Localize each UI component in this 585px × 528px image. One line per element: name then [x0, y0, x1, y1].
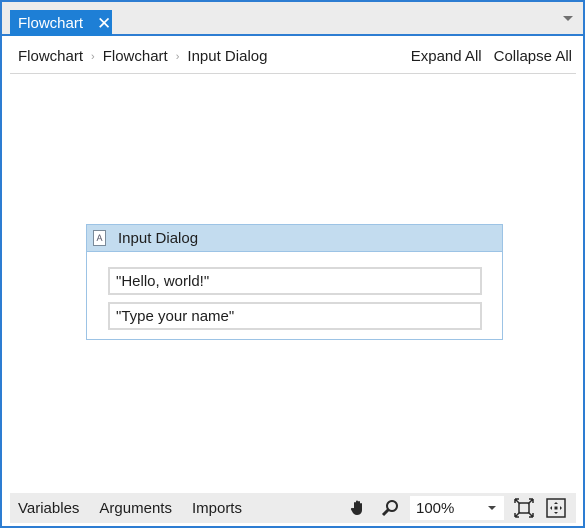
breadcrumb-item-flowchart[interactable]: Flowchart	[97, 48, 174, 65]
imports-tab[interactable]: Imports	[182, 500, 252, 517]
collapse-all-link[interactable]: Collapse All	[494, 48, 572, 65]
designer-canvas[interactable]: A Input Dialog "Hello, world!" "Type you…	[10, 75, 576, 493]
zoom-controls: 100%	[346, 493, 576, 523]
chevron-right-icon: ›	[175, 50, 180, 63]
breadcrumb-item-flowchart-root[interactable]: Flowchart	[10, 48, 89, 65]
chevron-right-icon: ›	[91, 50, 95, 63]
activity-header[interactable]: A Input Dialog	[87, 225, 502, 252]
expand-all-link[interactable]: Expand All	[411, 48, 482, 65]
magnifier-icon[interactable]	[378, 496, 402, 520]
input-dialog-icon: A	[93, 230, 106, 246]
overview-icon[interactable]	[544, 496, 568, 520]
breadcrumb-item-input-dialog[interactable]: Input Dialog	[181, 48, 273, 65]
activity-title: Input Dialog	[118, 229, 199, 247]
zoom-value: 100%	[416, 499, 455, 517]
zoom-select[interactable]: 100%	[410, 496, 504, 520]
designer-window: Flowchart ✕ Flowchart › Flowchart › Inpu…	[0, 0, 585, 528]
close-icon[interactable]: ✕	[97, 15, 111, 32]
expand-collapse-group: Expand All Collapse All	[411, 48, 576, 65]
arguments-tab[interactable]: Arguments	[89, 500, 182, 517]
status-bar: Variables Arguments Imports 100%	[10, 493, 576, 523]
chevron-down-icon	[488, 506, 496, 510]
tab-strip: Flowchart ✕	[2, 2, 583, 36]
tab-flowchart[interactable]: Flowchart ✕	[10, 10, 112, 36]
label-field[interactable]: "Type your name"	[108, 302, 482, 330]
breadcrumb: Flowchart › Flowchart › Input Dialog Exp…	[10, 40, 576, 74]
variables-tab[interactable]: Variables	[10, 500, 89, 517]
title-field[interactable]: "Hello, world!"	[108, 267, 482, 295]
chevron-down-icon[interactable]	[563, 16, 573, 21]
tab-title: Flowchart	[18, 14, 84, 32]
input-dialog-activity[interactable]: A Input Dialog "Hello, world!" "Type you…	[86, 224, 503, 340]
hand-pan-icon[interactable]	[346, 496, 370, 520]
fit-to-screen-icon[interactable]	[512, 496, 536, 520]
